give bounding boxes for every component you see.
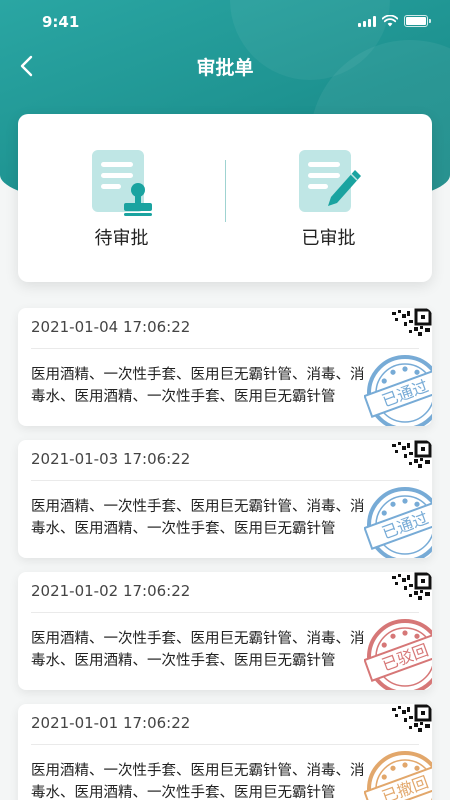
list-item[interactable]: 2021-01-01 17:06:22 医用酒精、一次性手套、医用巨无霸针管、消…: [18, 704, 432, 800]
qr-code-icon: [392, 440, 432, 468]
item-description: 医用酒精、一次性手套、医用巨无霸针管、消毒、消毒水、医用酒精、一次性手套、医用巨…: [31, 367, 365, 405]
status-bar: 9:41: [0, 0, 450, 44]
status-time: 9:41: [42, 13, 80, 31]
item-date: 2021-01-01 17:06:22: [31, 714, 191, 732]
list-item[interactable]: 2021-01-03 17:06:22 医用酒精、一次性手套、医用巨无霸针管、消…: [18, 440, 432, 558]
status-stamp: 已通过: [363, 484, 432, 558]
approval-list: 2021-01-04 17:06:22 医用酒精、一次性手套、医用巨无霸针管、消…: [18, 308, 432, 800]
approval-tab-card: 待审批 已审批: [18, 114, 432, 282]
signal-icon: [358, 15, 376, 27]
document-stamp-icon: [92, 150, 152, 216]
item-divider: [31, 744, 419, 745]
status-stamp: 已撤回: [363, 748, 432, 800]
qr-code-icon: [392, 572, 432, 600]
item-divider: [31, 348, 419, 349]
page-title: 审批单: [196, 57, 254, 79]
wifi-icon: [382, 15, 398, 27]
stamp-icon: 已驳回: [363, 619, 432, 690]
battery-icon: [404, 15, 431, 27]
tab-approved-label: 已审批: [301, 228, 356, 249]
tab-pending-label: 待审批: [94, 228, 149, 249]
item-description: 医用酒精、一次性手套、医用巨无霸针管、消毒、消毒水、医用酒精、一次性手套、医用巨…: [31, 631, 365, 669]
tab-pending[interactable]: 待审批: [18, 114, 225, 282]
list-item[interactable]: 2021-01-04 17:06:22 医用酒精、一次性手套、医用巨无霸针管、消…: [18, 308, 432, 426]
item-description: 医用酒精、一次性手套、医用巨无霸针管、消毒、消毒水、医用酒精、一次性手套、医用巨…: [31, 499, 365, 537]
item-divider: [31, 612, 419, 613]
item-description: 医用酒精、一次性手套、医用巨无霸针管、消毒、消毒水、医用酒精、一次性手套、医用巨…: [31, 763, 365, 800]
status-icons: [358, 15, 431, 27]
list-item[interactable]: 2021-01-02 17:06:22 医用酒精、一次性手套、医用巨无霸针管、消…: [18, 572, 432, 690]
stamp-icon: 已通过: [363, 487, 432, 558]
tab-approved[interactable]: 已审批: [225, 114, 432, 282]
stamp-icon: 已撤回: [363, 751, 432, 800]
status-stamp: 已通过: [363, 352, 432, 426]
qr-code-icon: [392, 704, 432, 732]
stamp-icon: 已通过: [363, 355, 432, 426]
item-date: 2021-01-03 17:06:22: [31, 450, 191, 468]
item-divider: [31, 480, 419, 481]
nav-bar: 审批单: [0, 44, 450, 88]
status-stamp: 已驳回: [363, 616, 432, 690]
qr-code-icon: [392, 308, 432, 336]
item-date: 2021-01-02 17:06:22: [31, 582, 191, 600]
document-edit-icon: [299, 150, 361, 212]
item-date: 2021-01-04 17:06:22: [31, 318, 191, 336]
